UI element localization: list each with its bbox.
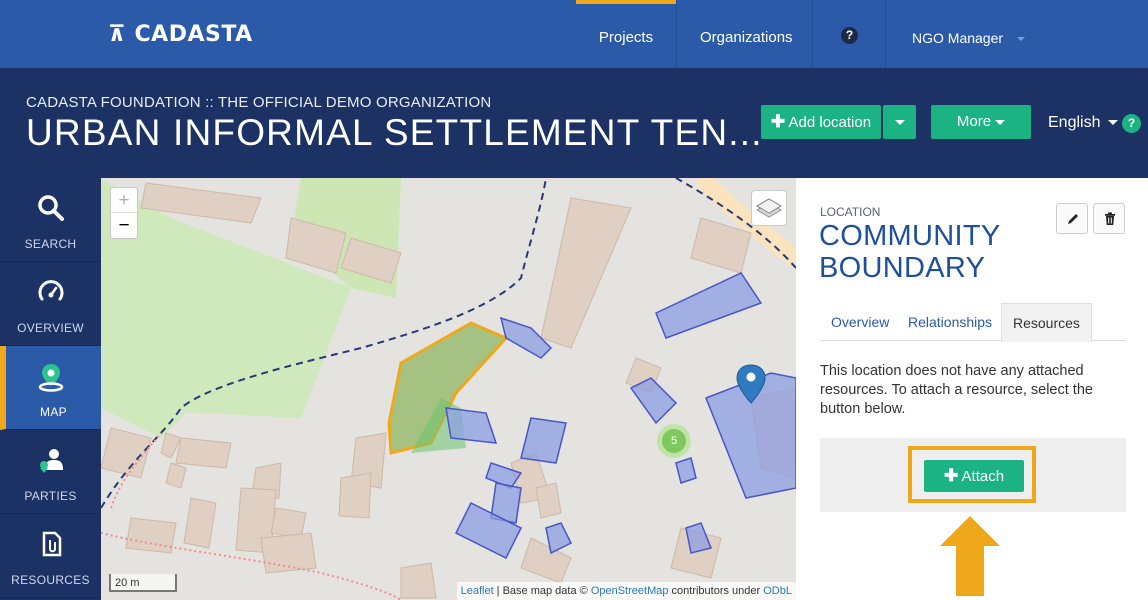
tab-relationships[interactable]: Relationships xyxy=(897,303,1003,341)
odbl-link[interactable]: ODbL xyxy=(763,585,792,597)
sidebar-item-search[interactable]: SEARCH xyxy=(0,178,101,262)
dashboard-icon xyxy=(38,280,63,301)
attach-button[interactable]: ✚ Attach xyxy=(924,460,1024,492)
nav-projects[interactable]: Projects xyxy=(576,0,676,68)
layers-button[interactable] xyxy=(751,190,787,226)
add-location-label: Add location xyxy=(788,114,872,131)
map-pin-icon xyxy=(38,364,63,392)
map-attribution: Leaflet | Base map data © OpenStreetMap … xyxy=(456,582,796,600)
top-navbar: ⊼ CADASTA Projects Organizations ? NGO M… xyxy=(0,0,1148,68)
trash-icon xyxy=(1105,212,1115,225)
plus-icon: ✚ xyxy=(770,112,786,131)
no-resources-message: This location does not have any attached… xyxy=(820,363,1093,417)
resources-icon xyxy=(42,531,61,557)
layers-icon xyxy=(756,198,782,218)
chevron-down-icon xyxy=(894,119,905,125)
location-tabs: Overview Relationships Resources xyxy=(820,303,1126,342)
location-title: COMMUNITY BOUNDARY xyxy=(819,220,1000,284)
breadcrumb[interactable]: CADASTA FOUNDATION :: THE OFFICIAL DEMO … xyxy=(26,94,491,111)
add-location-dropdown-button[interactable] xyxy=(883,105,916,139)
search-icon xyxy=(37,195,64,221)
attach-area: ✚ Attach xyxy=(820,438,1126,512)
nav-divider xyxy=(812,0,813,68)
more-button[interactable]: More xyxy=(931,105,1031,139)
zoom-control: + − xyxy=(110,187,138,239)
leaflet-link[interactable]: Leaflet xyxy=(461,585,494,597)
nav-organizations[interactable]: Organizations xyxy=(700,0,793,68)
delete-button[interactable] xyxy=(1093,203,1125,234)
chevron-down-icon xyxy=(995,119,1006,125)
sidebar-item-label: PARTIES xyxy=(24,489,77,503)
map-view[interactable]: 5 + − 20 m Leaflet | Base map data © Ope… xyxy=(101,178,796,600)
help-icon[interactable]: ? xyxy=(841,27,858,44)
page-title: URBAN INFORMAL SETTLEMENT TEN... xyxy=(26,112,763,153)
sidebar-item-overview[interactable]: OVERVIEW xyxy=(0,262,101,346)
pencil-icon xyxy=(1068,214,1078,224)
language-label: English xyxy=(1048,114,1101,131)
zoom-out-button[interactable]: − xyxy=(111,213,137,238)
sidebar: SEARCH OVERVIEW MAP PARTIES RESOURCES xyxy=(0,178,101,600)
more-label: More xyxy=(956,113,992,130)
sidebar-item-map[interactable]: MAP xyxy=(0,346,101,430)
tab-overview[interactable]: Overview xyxy=(820,303,900,341)
chevron-down-icon xyxy=(1108,120,1119,126)
attach-label: Attach xyxy=(961,468,1005,485)
add-location-button[interactable]: ✚ Add location xyxy=(761,105,881,139)
nav-divider xyxy=(885,0,886,68)
plus-icon: ✚ xyxy=(943,466,959,485)
user-menu[interactable]: NGO Manager xyxy=(912,0,1026,68)
sidebar-item-parties[interactable]: PARTIES xyxy=(0,430,101,514)
sidebar-item-label: MAP xyxy=(40,405,67,419)
language-help-icon[interactable]: ? xyxy=(1122,114,1141,133)
nav-divider xyxy=(676,0,677,68)
cluster-count: 5 xyxy=(670,435,678,447)
user-name: NGO Manager xyxy=(912,30,1004,46)
attribution-text: contributors under xyxy=(668,585,764,597)
arrow-up-icon xyxy=(940,516,1000,596)
parcel-shapes[interactable] xyxy=(445,272,796,560)
attach-highlight-box: ✚ Attach xyxy=(908,446,1036,503)
sidebar-item-label: OVERVIEW xyxy=(17,321,84,335)
osm-link[interactable]: OpenStreetMap xyxy=(591,585,669,597)
sidebar-item-label: RESOURCES xyxy=(11,573,90,587)
location-detail-panel: LOCATION COMMUNITY BOUNDARY Overview Rel… xyxy=(796,178,1148,600)
cadasta-logo[interactable]: ⊼ CADASTA xyxy=(108,22,253,47)
parties-icon xyxy=(39,449,63,473)
zoom-in-button[interactable]: + xyxy=(111,188,137,213)
location-label: LOCATION xyxy=(820,205,881,219)
attribution-text: | Base map data © xyxy=(493,585,591,597)
edit-button[interactable] xyxy=(1056,203,1088,234)
sidebar-item-resources[interactable]: RESOURCES xyxy=(0,514,101,598)
chevron-down-icon xyxy=(1017,37,1026,42)
map-scale: 20 m xyxy=(109,574,177,592)
tab-resources[interactable]: Resources xyxy=(1001,303,1092,342)
map-canvas[interactable] xyxy=(101,178,796,600)
language-select[interactable]: English xyxy=(1048,114,1119,132)
sidebar-item-label: SEARCH xyxy=(24,237,77,251)
